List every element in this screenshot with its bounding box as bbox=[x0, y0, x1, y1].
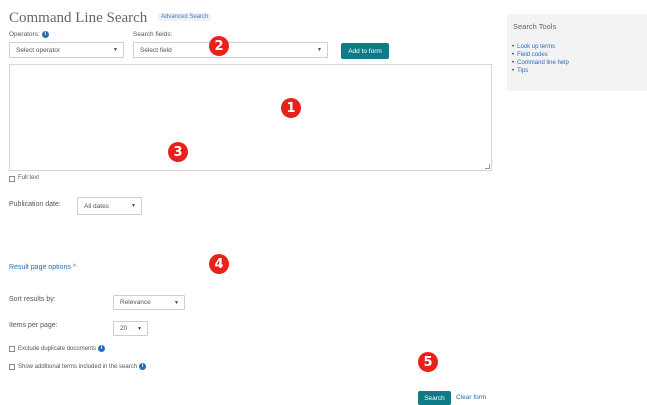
search-button[interactable]: Search bbox=[418, 391, 451, 405]
annotation-marker-1: 1 bbox=[281, 98, 301, 118]
sort-label: Sort results by: bbox=[9, 296, 56, 303]
resize-handle-icon[interactable] bbox=[485, 164, 490, 169]
annotation-marker-2: 2 bbox=[209, 36, 229, 56]
exclude-duplicates-label: Exclude duplicate documents i bbox=[18, 345, 106, 352]
query-textarea[interactable] bbox=[9, 64, 492, 171]
publication-date-select[interactable]: All dates ▼ bbox=[77, 197, 142, 215]
exclude-duplicates-checkbox[interactable] bbox=[9, 346, 15, 352]
publication-date-label: Publication date: bbox=[9, 201, 61, 208]
full-text-checkbox[interactable] bbox=[9, 176, 15, 182]
annotation-marker-4: 4 bbox=[209, 254, 229, 274]
dropdown-caret-icon: ▼ bbox=[113, 47, 118, 53]
search-tools-list: Look up terms Field codes Command line h… bbox=[512, 43, 569, 75]
operator-select[interactable]: Select operator ▼ bbox=[9, 42, 124, 58]
info-icon[interactable]: i bbox=[139, 363, 147, 370]
full-text-label: Full text bbox=[18, 175, 40, 181]
advanced-search-link[interactable]: Advanced Search bbox=[158, 13, 212, 21]
sort-select[interactable]: Relevance ▼ bbox=[113, 295, 185, 310]
search-tool-field-codes[interactable]: Field codes bbox=[512, 51, 569, 59]
search-tool-command-line-help[interactable]: Command line help bbox=[512, 59, 569, 67]
search-tool-look-up-terms[interactable]: Look up terms bbox=[512, 43, 569, 51]
operators-label: Operators: i bbox=[9, 31, 49, 38]
dropdown-caret-icon: ▼ bbox=[137, 325, 142, 332]
show-additional-terms-label: Show additional terms included in the se… bbox=[18, 363, 147, 370]
add-to-form-button[interactable]: Add to form bbox=[341, 43, 389, 59]
result-page-options-toggle[interactable]: Result page options ^ bbox=[9, 264, 76, 271]
chevron-up-icon: ^ bbox=[72, 264, 77, 271]
annotation-marker-3: 3 bbox=[168, 142, 188, 162]
annotation-marker-5: 5 bbox=[418, 352, 438, 372]
search-tool-tips[interactable]: Tips bbox=[512, 67, 569, 75]
field-select[interactable]: Select field ▼ bbox=[133, 42, 328, 58]
show-additional-terms-checkbox[interactable] bbox=[9, 364, 15, 370]
dropdown-caret-icon: ▼ bbox=[174, 299, 179, 306]
info-icon[interactable]: i bbox=[41, 31, 49, 38]
search-fields-label: Search fields: bbox=[133, 31, 173, 38]
dropdown-caret-icon: ▼ bbox=[317, 47, 322, 53]
clear-form-link[interactable]: Clear form bbox=[456, 394, 486, 401]
page-title: Command Line Search bbox=[9, 10, 148, 26]
dropdown-caret-icon: ▼ bbox=[131, 203, 136, 209]
items-per-page-label: Items per page: bbox=[9, 322, 58, 329]
info-icon[interactable]: i bbox=[98, 345, 106, 352]
items-per-page-select[interactable]: 20 ▼ bbox=[113, 321, 148, 336]
search-tools-title: Search Tools bbox=[513, 22, 557, 31]
